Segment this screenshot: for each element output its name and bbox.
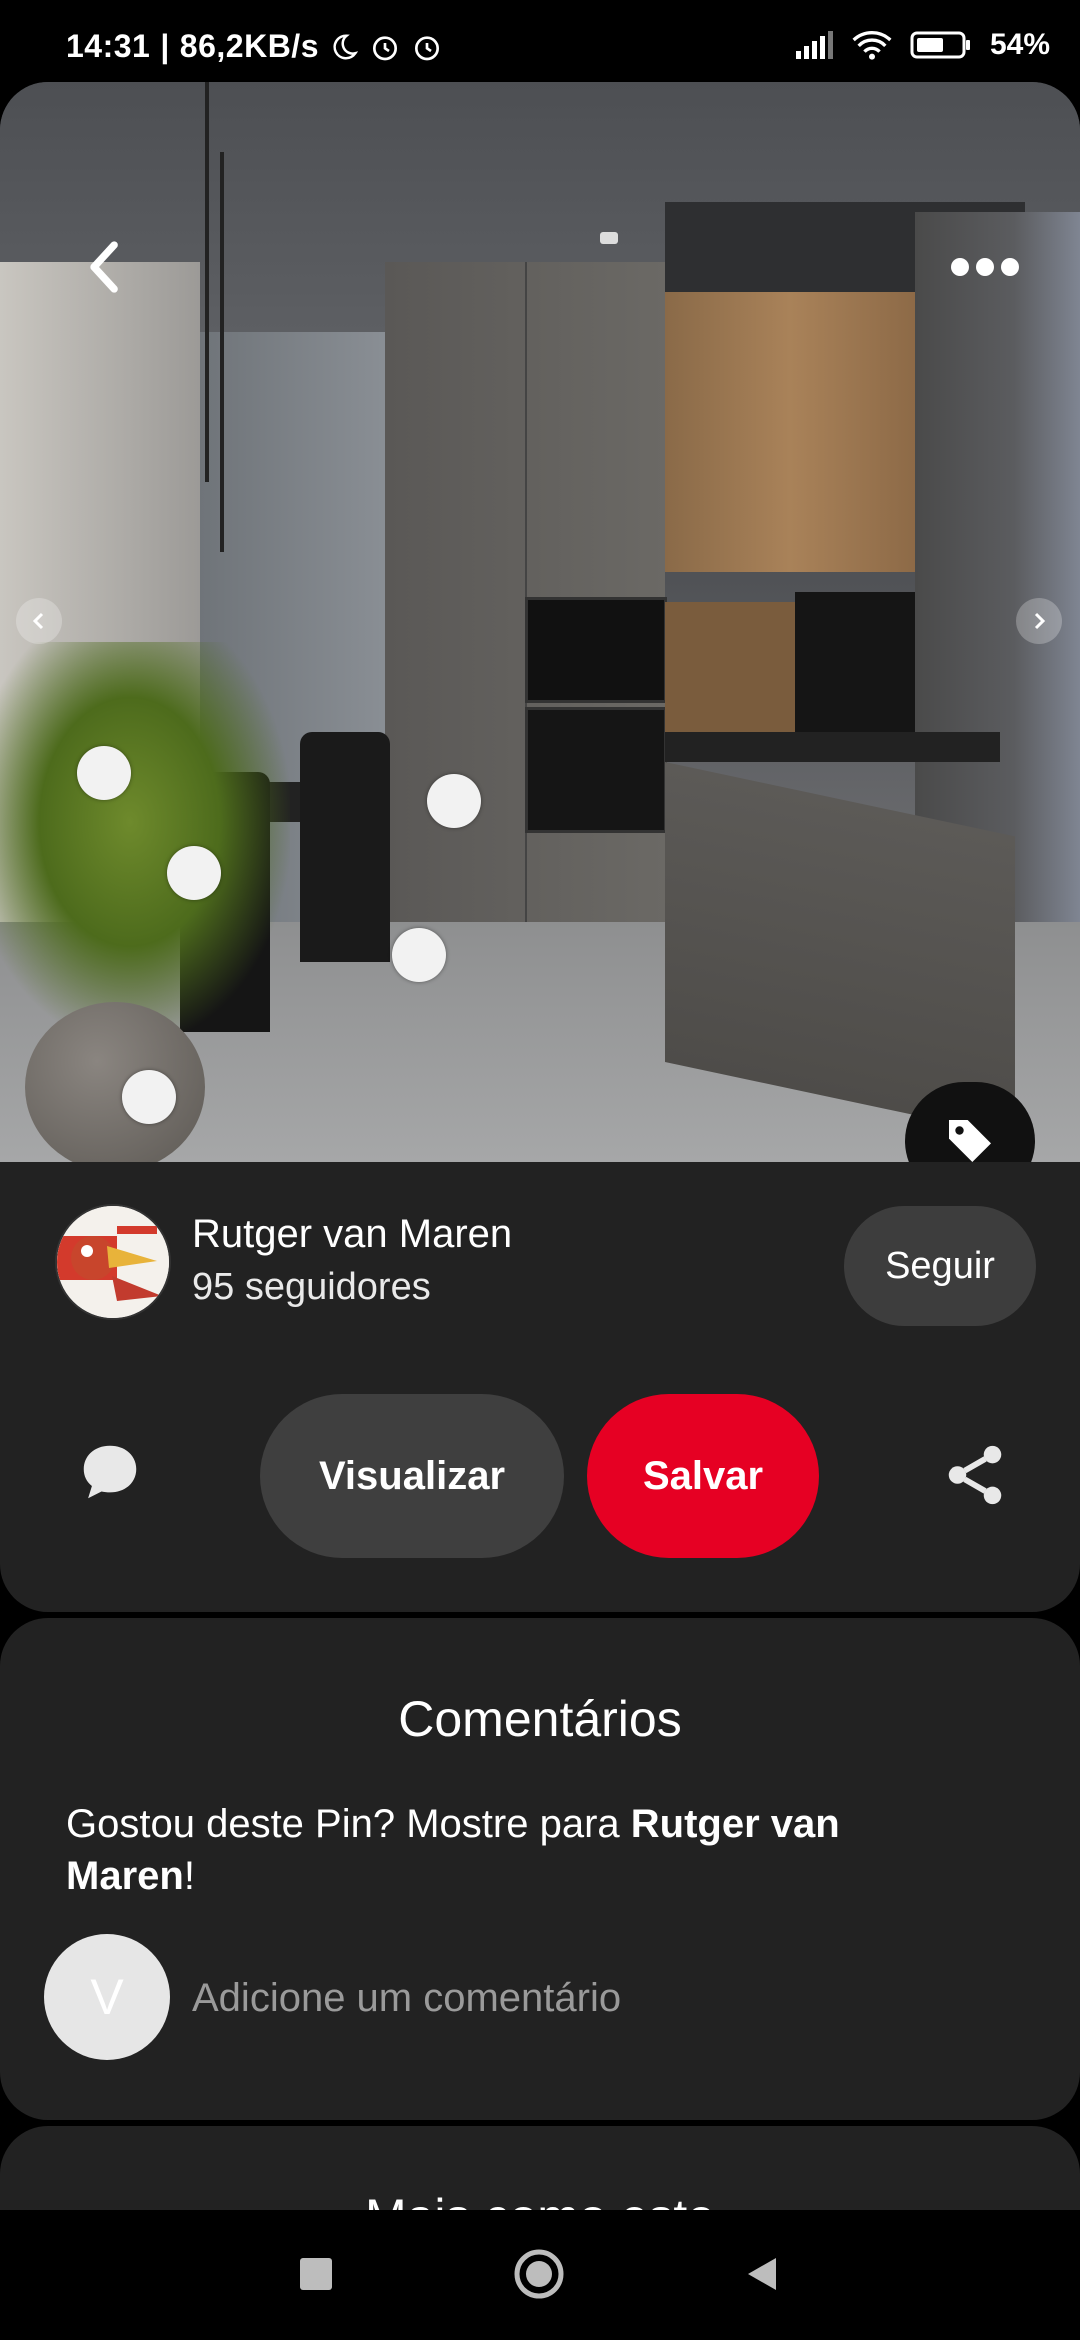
alarm-icon xyxy=(372,35,397,60)
previous-image-button[interactable] xyxy=(16,598,62,644)
potted-plant xyxy=(0,642,290,1042)
status-time: 14:31 xyxy=(66,28,151,64)
moon-icon xyxy=(333,33,359,59)
comments-prompt-suffix: ! xyxy=(183,1854,195,1898)
product-tag-dot[interactable] xyxy=(122,1070,176,1124)
product-tag-dot[interactable] xyxy=(77,746,131,800)
kitchen-wood-shelf xyxy=(665,602,795,752)
comment-input[interactable] xyxy=(192,1958,992,2038)
comment-button[interactable] xyxy=(75,1437,145,1507)
follow-button[interactable]: Seguir xyxy=(844,1206,1036,1326)
kitchen-wood-cabinet xyxy=(665,292,915,572)
comment-icon xyxy=(83,1445,137,1499)
pin-info-card: Rutger van Maren 95 seguidores Seguir Vi… xyxy=(0,1162,1080,1612)
more-options-button[interactable] xyxy=(940,232,1030,302)
status-bar: 14:31 | 86,2KB/s 54% xyxy=(0,0,1080,82)
home-button[interactable] xyxy=(513,2248,565,2300)
comments-prompt-prefix: Gostou deste Pin? Mostre para xyxy=(66,1802,631,1846)
save-button[interactable]: Salvar xyxy=(587,1394,819,1558)
status-right: 54% xyxy=(794,28,1050,62)
kitchen-counter xyxy=(665,732,1000,762)
comments-card: Comentários Gostou deste Pin? Mostre par… xyxy=(0,1618,1080,2120)
pendant-light xyxy=(220,152,224,552)
system-navigation-bar xyxy=(0,2210,1080,2340)
kitchen-oven-top xyxy=(525,597,667,703)
product-tag-dot[interactable] xyxy=(392,928,446,982)
plant-pot xyxy=(25,1002,205,1162)
author-avatar-image xyxy=(57,1206,169,1318)
share-icon xyxy=(948,1445,1002,1505)
ceiling-spotlight xyxy=(600,232,618,244)
visit-button[interactable]: Visualizar xyxy=(260,1394,564,1558)
pin-image[interactable] xyxy=(0,82,1080,1162)
status-left: 14:31 | 86,2KB/s xyxy=(66,28,443,65)
chevron-left-icon xyxy=(90,241,118,293)
triangle-back-icon xyxy=(748,2258,776,2290)
chevron-right-icon xyxy=(1034,612,1046,630)
product-tag-dot[interactable] xyxy=(167,846,221,900)
dining-chair xyxy=(300,732,390,962)
comments-prompt: Gostou deste Pin? Mostre para Rutger van… xyxy=(66,1798,966,1902)
status-divider: | xyxy=(160,28,170,64)
tag-icon xyxy=(949,1120,991,1162)
recent-apps-button[interactable] xyxy=(300,2258,332,2290)
share-button[interactable] xyxy=(940,1440,1010,1510)
alarm-clock-icon xyxy=(414,35,439,60)
kitchen-oven-bottom xyxy=(525,707,667,833)
status-speed: 86,2KB/s xyxy=(179,28,319,64)
next-image-button[interactable] xyxy=(1016,598,1062,644)
author-avatar[interactable] xyxy=(55,1204,171,1320)
user-avatar: V xyxy=(44,1934,170,2060)
wifi-icon xyxy=(852,31,892,60)
follower-count: 95 seguidores xyxy=(192,1266,431,1308)
comments-title: Comentários xyxy=(398,1691,682,1747)
pendant-light xyxy=(205,82,209,482)
battery-level: 54% xyxy=(989,28,1050,61)
battery-icon xyxy=(910,31,970,59)
chevron-left-icon xyxy=(32,612,44,630)
signal-icon xyxy=(795,31,833,59)
home-circle-icon xyxy=(514,2249,564,2299)
system-back-button[interactable] xyxy=(742,2254,782,2294)
author-name[interactable]: Rutger van Maren xyxy=(192,1212,512,1257)
product-tag-dot[interactable] xyxy=(427,774,481,828)
kitchen-backsplash xyxy=(795,592,915,732)
back-button[interactable] xyxy=(70,232,140,302)
more-horizontal-icon xyxy=(951,258,1019,276)
